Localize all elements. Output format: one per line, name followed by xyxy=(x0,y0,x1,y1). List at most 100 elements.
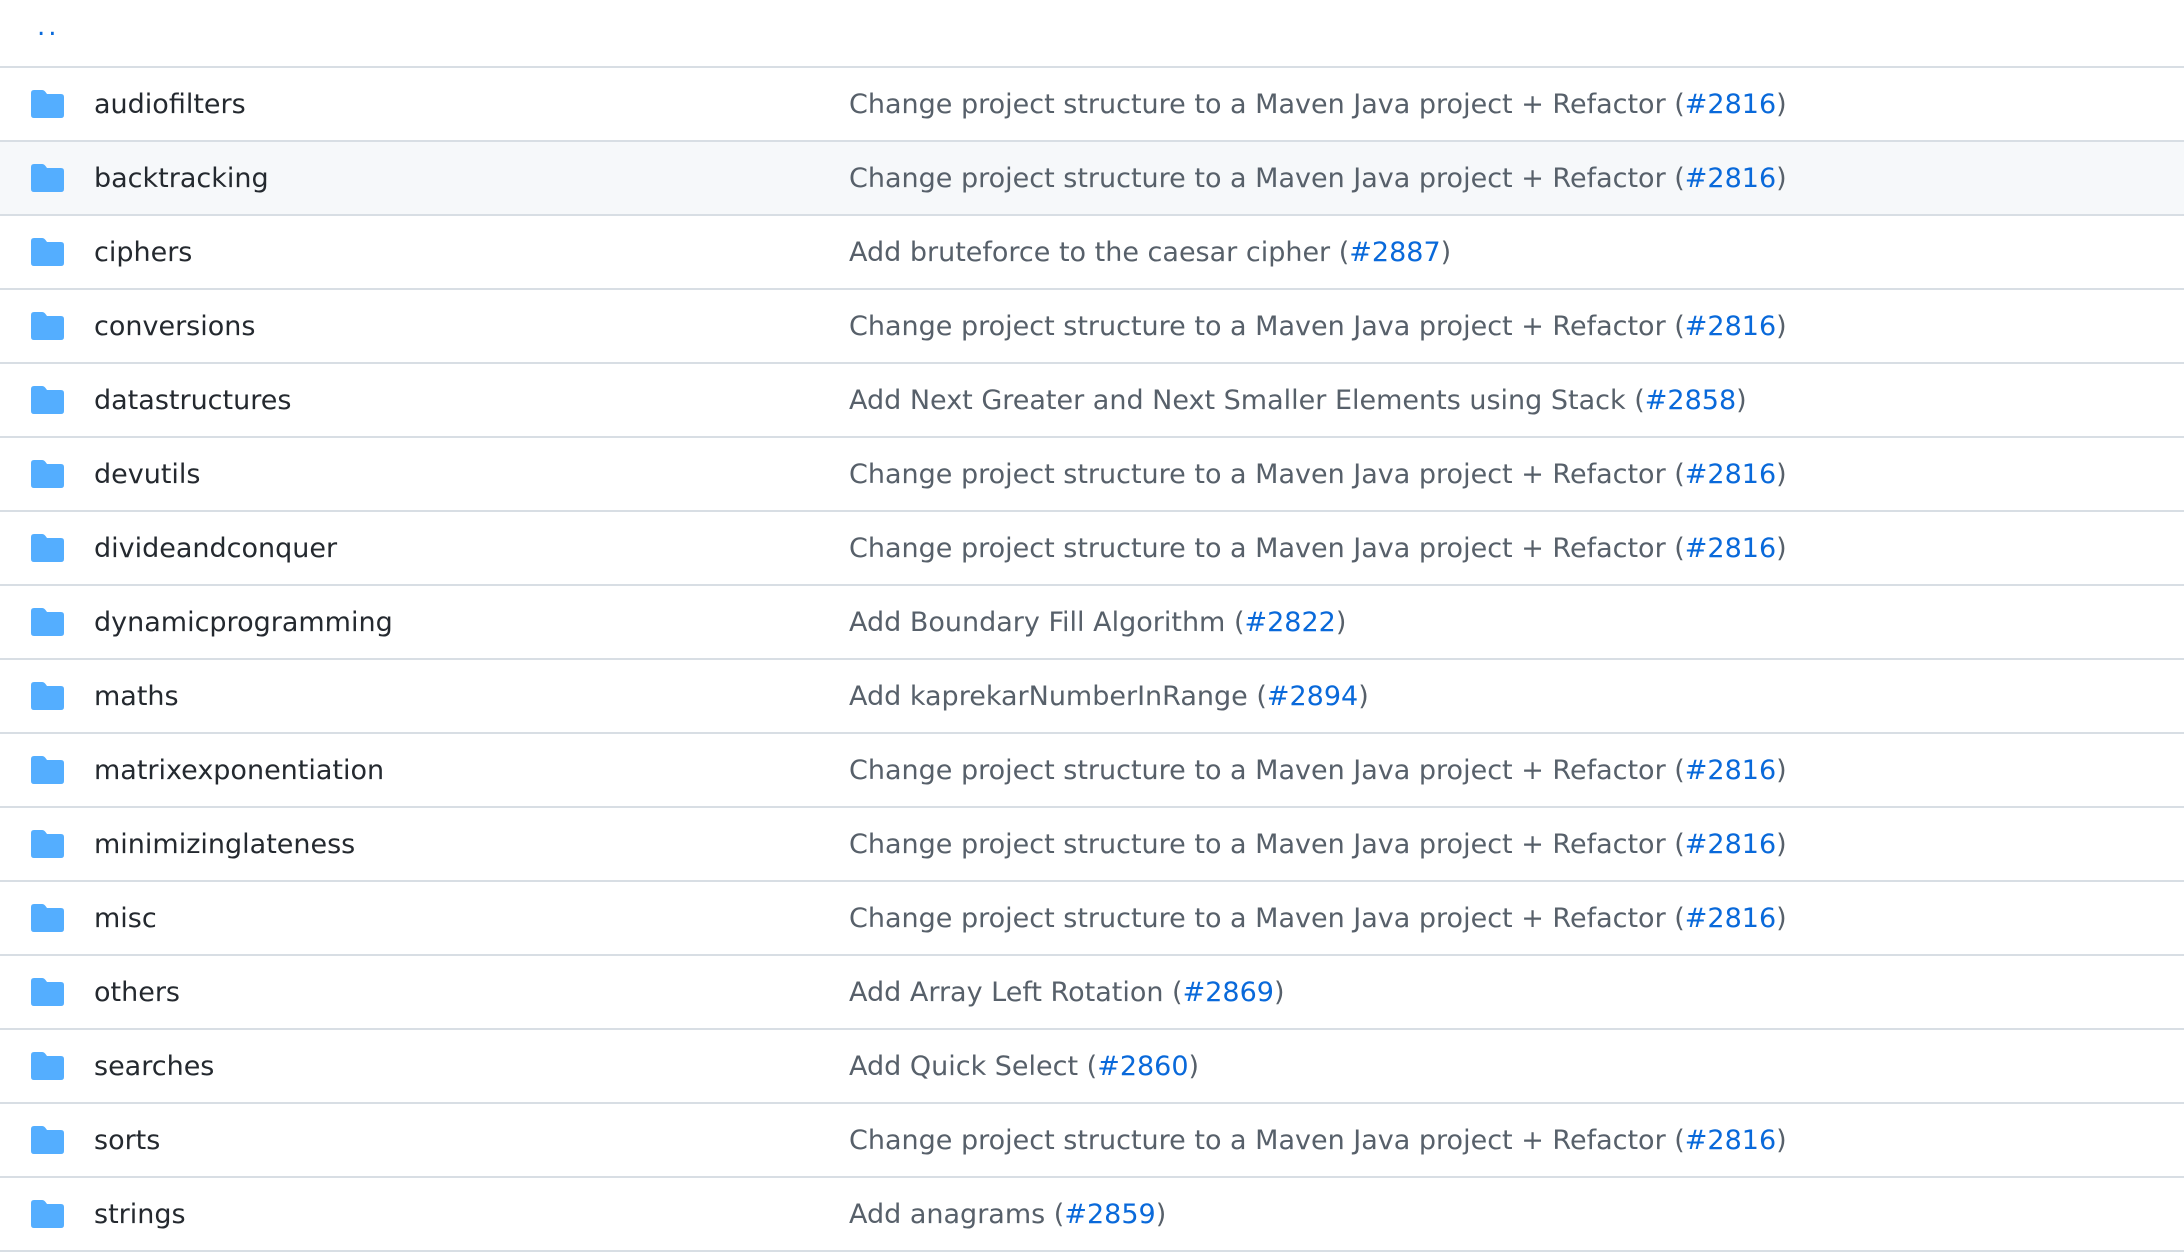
directory-row[interactable]: devutils Change project structure to a Ma… xyxy=(0,438,2184,512)
close-paren: ) xyxy=(1776,163,1787,194)
directory-row[interactable]: ciphers Add bruteforce to the caesar ciph… xyxy=(0,216,2184,290)
folder-name-link[interactable]: maths xyxy=(94,660,179,734)
directory-row[interactable]: strings Add anagrams (#2859) xyxy=(0,1178,2184,1252)
commit-message-text[interactable]: Add Next Greater and Next Smaller Elemen… xyxy=(849,385,1626,416)
directory-row[interactable]: others Add Array Left Rotation (#2869) xyxy=(0,956,2184,1030)
commit-message: Change project structure to a Maven Java… xyxy=(849,438,1787,512)
folder-icon xyxy=(31,978,64,1006)
folder-name-link[interactable]: dynamicprogramming xyxy=(94,586,393,660)
folder-name-link[interactable]: ciphers xyxy=(94,216,192,290)
commit-message: Change project structure to a Maven Java… xyxy=(849,512,1787,586)
folder-name-link[interactable]: backtracking xyxy=(94,142,269,216)
commit-message: Add Next Greater and Next Smaller Elemen… xyxy=(849,364,1747,438)
commit-message-text[interactable]: Change project structure to a Maven Java… xyxy=(849,533,1666,564)
close-paren: ) xyxy=(1776,459,1787,490)
folder-icon xyxy=(31,756,64,784)
open-paren: ( xyxy=(1665,163,1685,194)
folder-name-link[interactable]: audiofilters xyxy=(94,68,246,142)
close-paren: ) xyxy=(1335,607,1347,638)
directory-row[interactable]: matrixexponentiation Change project struc… xyxy=(0,734,2184,808)
pull-request-link[interactable]: #2816 xyxy=(1685,1125,1776,1156)
pull-request-link[interactable]: #2816 xyxy=(1685,903,1776,934)
directory-row[interactable]: dynamicprogramming Add Boundary Fill Algo… xyxy=(0,586,2184,660)
close-paren: ) xyxy=(1776,89,1787,120)
pull-request-link[interactable]: #2816 xyxy=(1685,89,1776,120)
folder-icon xyxy=(31,682,64,710)
directory-row[interactable]: divideandconquer Change project structure… xyxy=(0,512,2184,586)
pull-request-link[interactable]: #2816 xyxy=(1685,163,1776,194)
folder-name-link[interactable]: sorts xyxy=(94,1104,160,1178)
folder-icon xyxy=(31,904,64,932)
commit-message: Change project structure to a Maven Java… xyxy=(849,290,1787,364)
commit-message-text[interactable]: Change project structure to a Maven Java… xyxy=(849,89,1666,120)
folder-name-link[interactable]: divideandconquer xyxy=(94,512,337,586)
pull-request-link[interactable]: #2860 xyxy=(1097,1051,1188,1082)
folder-icon xyxy=(31,830,64,858)
open-paren: ( xyxy=(1045,1199,1065,1230)
pull-request-link[interactable]: #2816 xyxy=(1685,829,1776,860)
directory-row[interactable]: searches Add Quick Select (#2860) xyxy=(0,1030,2184,1104)
open-paren: ( xyxy=(1665,533,1685,564)
commit-message-text[interactable]: Add anagrams xyxy=(849,1199,1045,1230)
folder-name-link[interactable]: minimizinglateness xyxy=(94,808,355,882)
commit-message-text[interactable]: Add bruteforce to the caesar cipher xyxy=(849,237,1330,268)
folder-name-link[interactable]: others xyxy=(94,956,180,1030)
folder-icon xyxy=(31,386,64,414)
pull-request-link[interactable]: #2859 xyxy=(1064,1199,1155,1230)
directory-row[interactable]: minimizinglateness Change project structu… xyxy=(0,808,2184,882)
pull-request-link[interactable]: #2822 xyxy=(1244,607,1335,638)
folder-name-link[interactable]: matrixexponentiation xyxy=(94,734,384,808)
close-paren: ) xyxy=(1358,681,1369,712)
commit-message-text[interactable]: Add Array Left Rotation xyxy=(849,977,1163,1008)
open-paren: ( xyxy=(1665,903,1685,934)
commit-message-text[interactable]: Change project structure to a Maven Java… xyxy=(849,163,1666,194)
parent-directory-row: .. xyxy=(0,0,2184,68)
directory-row[interactable]: datastructures Add Next Greater and Next … xyxy=(0,364,2184,438)
directory-row[interactable]: sorts Change project structure to a Maven… xyxy=(0,1104,2184,1178)
commit-message: Add Quick Select (#2860) xyxy=(849,1030,1199,1104)
folder-name-link[interactable]: searches xyxy=(94,1030,214,1104)
open-paren: ( xyxy=(1665,1125,1685,1156)
commit-message-text[interactable]: Change project structure to a Maven Java… xyxy=(849,755,1666,786)
commit-message: Change project structure to a Maven Java… xyxy=(849,882,1787,956)
parent-directory-link[interactable]: .. xyxy=(37,12,60,42)
pull-request-link[interactable]: #2816 xyxy=(1685,755,1776,786)
close-paren: ) xyxy=(1155,1199,1167,1230)
folder-name-link[interactable]: datastructures xyxy=(94,364,291,438)
pull-request-link[interactable]: #2894 xyxy=(1267,681,1358,712)
commit-message: Add anagrams (#2859) xyxy=(849,1178,1166,1252)
folder-name-link[interactable]: strings xyxy=(94,1178,186,1252)
close-paren: ) xyxy=(1776,903,1787,934)
folder-icon xyxy=(31,238,64,266)
commit-message-text[interactable]: Change project structure to a Maven Java… xyxy=(849,829,1666,860)
open-paren: ( xyxy=(1163,977,1183,1008)
commit-message: Change project structure to a Maven Java… xyxy=(849,68,1787,142)
commit-message-text[interactable]: Change project structure to a Maven Java… xyxy=(849,903,1666,934)
commit-message-text[interactable]: Add Quick Select xyxy=(849,1051,1078,1082)
commit-message: Add kaprekarNumberInRange (#2894) xyxy=(849,660,1369,734)
pull-request-link[interactable]: #2816 xyxy=(1685,459,1776,490)
pull-request-link[interactable]: #2816 xyxy=(1685,533,1776,564)
close-paren: ) xyxy=(1440,237,1452,268)
commit-message-text[interactable]: Change project structure to a Maven Java… xyxy=(849,311,1666,342)
pull-request-link[interactable]: #2869 xyxy=(1183,977,1274,1008)
folder-name-link[interactable]: conversions xyxy=(94,290,255,364)
directory-row[interactable]: backtracking Change project structure to … xyxy=(0,142,2184,216)
directory-row[interactable]: audiofilters Change project structure to … xyxy=(0,68,2184,142)
commit-message-text[interactable]: Add Boundary Fill Algorithm xyxy=(849,607,1225,638)
directory-row[interactable]: misc Change project structure to a Maven … xyxy=(0,882,2184,956)
commit-message-text[interactable]: Change project structure to a Maven Java… xyxy=(849,459,1666,490)
commit-message-text[interactable]: Change project structure to a Maven Java… xyxy=(849,1125,1666,1156)
commit-message-text[interactable]: Add kaprekarNumberInRange xyxy=(849,681,1248,712)
commit-message: Add bruteforce to the caesar cipher (#28… xyxy=(849,216,1451,290)
commit-message: Add Boundary Fill Algorithm (#2822) xyxy=(849,586,1346,660)
folder-name-link[interactable]: misc xyxy=(94,882,157,956)
directory-row[interactable]: conversions Change project structure to a… xyxy=(0,290,2184,364)
directory-row[interactable]: maths Add kaprekarNumberInRange (#2894) xyxy=(0,660,2184,734)
pull-request-link[interactable]: #2816 xyxy=(1685,311,1776,342)
pull-request-link[interactable]: #2887 xyxy=(1349,237,1440,268)
open-paren: ( xyxy=(1665,755,1685,786)
pull-request-link[interactable]: #2858 xyxy=(1645,385,1736,416)
close-paren: ) xyxy=(1776,1125,1787,1156)
folder-name-link[interactable]: devutils xyxy=(94,438,201,512)
